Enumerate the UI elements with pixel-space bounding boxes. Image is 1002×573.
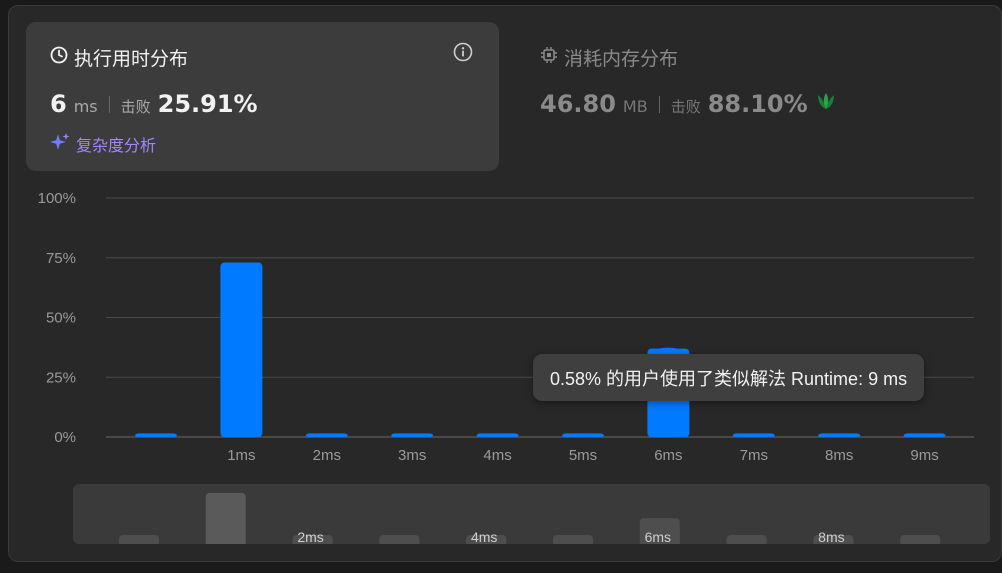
memory-title-text: 消耗内存分布 — [564, 48, 679, 70]
x-tick-label: 5ms — [569, 447, 597, 464]
bar-5ms[interactable] — [562, 433, 604, 437]
memory-card[interactable]: 消耗内存分布 46.80 MB 击败 88.10% — [540, 22, 860, 132]
chip-icon — [540, 46, 558, 69]
runtime-title-text: 执行用时分布 — [74, 48, 189, 70]
overview-bar — [900, 535, 941, 544]
overview-tick-label: 2ms — [297, 529, 323, 544]
runtime-distribution-chart: 0% 25% 50% 75% 100% 1ms 2ms 3ms 4ms 5ms 6ms 7ms 8ms… — [38, 190, 974, 464]
overview-bar — [119, 535, 159, 544]
overview-tick-label: 8ms — [818, 529, 844, 544]
overview-chart[interactable]: 2ms 4ms 6ms 8ms — [73, 484, 990, 544]
bar-0ms[interactable] — [135, 433, 177, 437]
x-tick-label: 1ms — [227, 447, 255, 464]
overview-bar — [379, 535, 420, 544]
overview-tick-label: 6ms — [645, 529, 671, 544]
divider — [108, 95, 110, 113]
memory-title: 消耗内存分布 — [540, 44, 678, 71]
chart-tooltip: 0.58% 的用户使用了类似解法 Runtime: 9 ms — [533, 354, 925, 401]
runtime-value: 6 — [50, 90, 67, 118]
runtime-metric: 6 ms 击败 25.91% — [50, 90, 258, 118]
info-icon[interactable] — [453, 42, 473, 62]
y-tick-label: 75% — [46, 250, 76, 267]
runtime-card[interactable]: 执行用时分布 6 ms 击败 25.91% 复杂度分析 — [26, 22, 499, 171]
bar-3ms[interactable] — [391, 433, 434, 437]
x-tick-label: 2ms — [313, 447, 341, 464]
y-tick-label: 0% — [54, 429, 76, 446]
x-tick-label: 6ms — [654, 447, 682, 464]
tooltip-text: 0.58% 的用户使用了类似解法 Runtime: 9 ms — [550, 368, 908, 389]
x-tick-label: 4ms — [483, 447, 511, 464]
memory-value: 46.80 — [540, 90, 616, 118]
bar-9ms[interactable] — [903, 433, 946, 437]
overview-tick-label: 4ms — [471, 529, 497, 544]
memory-beat-label: 击败 — [670, 98, 701, 116]
bar-7ms[interactable] — [732, 433, 775, 437]
x-tick-label: 8ms — [825, 447, 853, 464]
runtime-beat-label: 击败 — [120, 98, 151, 116]
chart-overview-slider[interactable]: 2ms 4ms 6ms 8ms — [73, 484, 990, 544]
divider — [658, 95, 660, 113]
y-tick-label: 100% — [38, 190, 76, 207]
runtime-title: 执行用时分布 — [50, 44, 188, 71]
memory-beat-value: 88.10% — [707, 90, 808, 118]
memory-metric: 46.80 MB 击败 88.10% — [540, 90, 837, 118]
overview-bar — [553, 535, 593, 544]
y-tick-label: 25% — [46, 369, 76, 386]
overview-bar — [726, 535, 767, 544]
sparkle-icon — [50, 132, 70, 156]
overview-bar — [205, 492, 246, 544]
clock-icon — [50, 46, 68, 69]
y-tick-label: 50% — [46, 310, 76, 327]
complexity-label: 复杂度分析 — [76, 136, 157, 155]
runtime-unit: ms — [73, 97, 98, 116]
x-tick-label: 7ms — [740, 447, 768, 464]
x-tick-label: 9ms — [910, 447, 938, 464]
bar-4ms[interactable] — [476, 433, 519, 437]
leaves-icon — [815, 92, 837, 116]
bar-2ms[interactable] — [305, 433, 348, 437]
bar-1ms[interactable] — [220, 262, 263, 437]
complexity-analysis-link[interactable]: 复杂度分析 — [50, 132, 156, 156]
memory-unit: MB — [622, 97, 648, 116]
x-tick-label: 3ms — [398, 447, 426, 464]
bar-8ms[interactable] — [818, 433, 861, 437]
runtime-beat-value: 25.91% — [157, 90, 258, 118]
